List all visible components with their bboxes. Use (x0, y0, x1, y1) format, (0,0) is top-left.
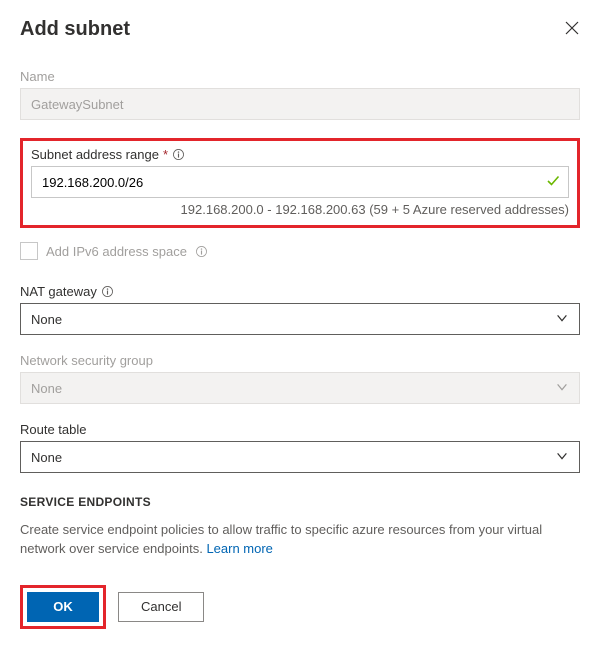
subnet-range-label-row: Subnet address range * (31, 147, 569, 162)
service-endpoints-desc: Create service endpoint policies to allo… (20, 521, 580, 559)
service-endpoints-heading: SERVICE ENDPOINTS (20, 495, 580, 509)
info-icon[interactable] (195, 245, 208, 258)
subnet-range-input[interactable] (31, 166, 569, 198)
nat-gateway-label: NAT gateway (20, 284, 97, 299)
nat-gateway-select[interactable]: None (20, 303, 580, 335)
nat-gateway-value: None (31, 312, 62, 327)
required-asterisk: * (163, 147, 168, 162)
name-input (20, 88, 580, 120)
subnet-range-input-wrap (31, 166, 569, 198)
name-label: Name (20, 69, 580, 84)
cancel-button[interactable]: Cancel (118, 592, 204, 622)
nsg-select: None (20, 372, 580, 404)
route-table-field: Route table None (20, 422, 580, 473)
service-endpoints-text: Create service endpoint policies to allo… (20, 522, 542, 556)
checkmark-icon (545, 173, 561, 192)
learn-more-link[interactable]: Learn more (206, 541, 272, 556)
chevron-down-icon (555, 449, 569, 466)
route-table-label: Route table (20, 422, 580, 437)
nsg-label: Network security group (20, 353, 580, 368)
nsg-value: None (31, 381, 62, 396)
nat-gateway-field: NAT gateway None (20, 284, 580, 335)
info-icon[interactable] (101, 285, 114, 298)
ipv6-checkbox[interactable] (20, 242, 38, 260)
subnet-range-highlight: Subnet address range * 192.168.200.0 - 1… (20, 138, 580, 228)
chevron-down-icon (555, 380, 569, 397)
info-icon[interactable] (172, 148, 185, 161)
nat-gateway-label-row: NAT gateway (20, 284, 580, 299)
ipv6-label: Add IPv6 address space (46, 244, 187, 259)
nsg-field: Network security group None (20, 353, 580, 404)
ok-highlight: OK (20, 585, 106, 629)
close-icon[interactable] (564, 20, 580, 39)
ipv6-row: Add IPv6 address space (20, 242, 580, 260)
panel-header: Add subnet (20, 18, 580, 41)
subnet-range-label: Subnet address range (31, 147, 159, 162)
panel-title: Add subnet (20, 18, 130, 41)
footer-actions: OK Cancel (20, 585, 580, 629)
chevron-down-icon (555, 311, 569, 328)
route-table-value: None (31, 450, 62, 465)
subnet-range-helper: 192.168.200.0 - 192.168.200.63 (59 + 5 A… (31, 202, 569, 217)
route-table-select[interactable]: None (20, 441, 580, 473)
name-field: Name (20, 69, 580, 120)
ok-button[interactable]: OK (27, 592, 99, 622)
